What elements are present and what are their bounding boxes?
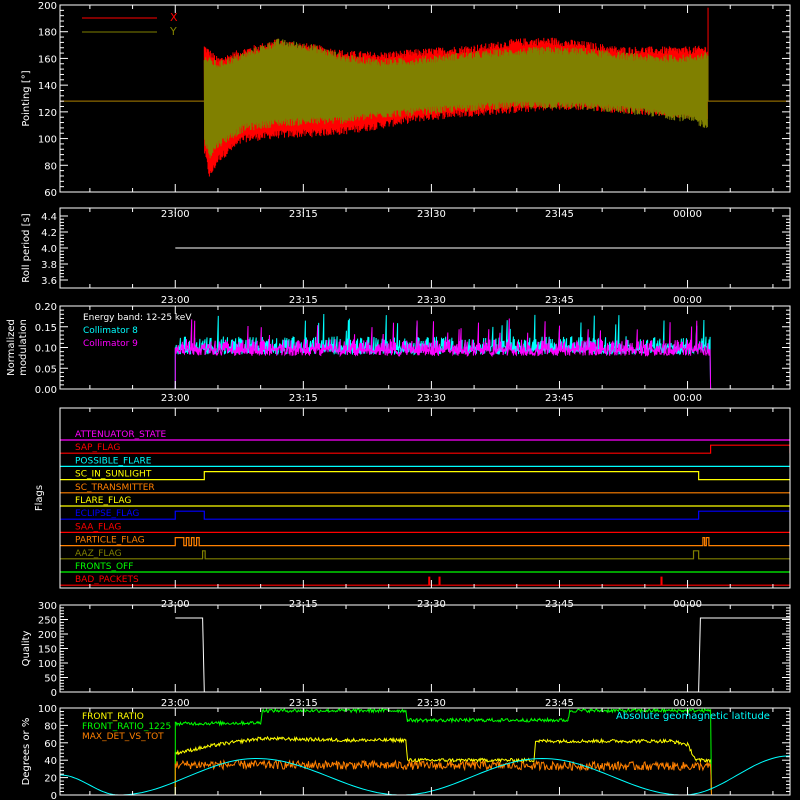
legend-label-max-det-vs-tot: MAX_DET_VS_TOT [82,732,164,742]
legend-label-front-ratio: FRONT_RATIO [82,712,144,722]
y-tick-label: 60 [44,739,57,750]
legend-label-front-ratio-1225: FRONT_RATIO_1225 [82,722,171,732]
y-tick-label: 100 [38,135,57,146]
flag-label-aaz_flag: AAZ_FLAG [75,549,122,559]
flag-label-flare_flag: FLARE_FLAG [75,496,131,506]
y-tick-label: 200 [38,630,57,641]
x-tick-label: 23:00 [161,698,190,709]
flag-label-possible_flare: POSSIBLE_FLARE [75,456,152,466]
y-axis-label: Pointing [°] [21,70,32,126]
x-tick-label: 23:30 [417,295,446,306]
y-tick-label: 60 [44,188,57,199]
y-tick-label: 160 [38,54,57,65]
flag-label-eclipse_flag: ECLIPSE_FLAG [75,509,139,519]
y-axis-label-line2: modulation [18,319,29,376]
y-tick-label: 20 [44,774,57,785]
y-tick-label: 50 [44,674,57,685]
x-tick-label: 23:15 [289,698,318,709]
x-tick-label: 23:15 [289,393,318,404]
x-tick-label: 23:45 [545,698,574,709]
y-tick-label: 0.10 [35,344,57,355]
y-axis-label: Quality [21,631,32,667]
legend-label-x: X [170,11,178,24]
y-tick-label: 80 [44,161,57,172]
flag-label-sc_in_sunlight: SC_IN_SUNLIGHT [75,470,152,480]
x-tick-label: 23:00 [161,393,190,404]
legend-label-y: Y [169,25,177,38]
flag-label-saa_flag: SAA_FLAG [75,522,121,532]
y-tick-label: 150 [38,645,57,656]
y-axis-label: Flags [34,485,45,511]
x-tick-label: 00:00 [673,698,702,709]
y-tick-label: 100 [38,704,57,715]
x-tick-label: 23:15 [289,295,318,306]
y-tick-label: 180 [38,28,57,39]
y-tick-label: 300 [38,601,57,612]
x-tick-label: 23:30 [417,698,446,709]
x-tick-label: 23:30 [417,393,446,404]
flag-label-particle_flag: PARTICLE_FLAG [75,536,145,546]
legend-label-collimator-9: Collimator 9 [83,339,138,349]
x-tick-label: 23:45 [545,393,574,404]
y-tick-label: 4.0 [41,244,57,255]
y-tick-label: 0 [51,688,57,699]
flag-label-sc_transmitter: SC_TRANSMITTER [75,483,155,493]
y-tick-label: 140 [38,81,57,92]
flag-label-bad_packets: BAD_PACKETS [75,575,139,585]
y-tick-label: 120 [38,108,57,119]
flag-label-sap_flag: SAP_FLAG [75,443,120,453]
y-tick-label: 3.8 [41,260,57,271]
y-axis-label: Roll period [s] [21,213,32,282]
x-tick-label: 00:00 [673,393,702,404]
x-tick-label: 23:00 [161,295,190,306]
energy-band-annotation: Energy band: 12-25 keV [83,313,192,323]
y-axis-label-line1: Normalized [6,319,17,376]
y-axis-label: Degrees or % [21,718,32,786]
y-tick-label: 100 [38,659,57,670]
y-tick-label: 3.6 [41,276,57,287]
geomagnetic-latitude-annotation: Absolute geomagnetic latitude [616,711,770,722]
y-tick-label: 4.2 [41,228,57,239]
legend-label-collimator-8: Collimator 8 [83,326,138,336]
y-tick-label: 0.15 [35,323,57,334]
y-tick-label: 40 [44,756,57,767]
y-tick-label: 80 [44,721,57,732]
y-tick-label: 4.4 [41,212,57,223]
x-tick-label: 23:45 [545,295,574,306]
y-tick-label: 200 [38,1,57,12]
flag-label-attenuator_state: ATTENUATOR_STATE [75,430,167,440]
y-tick-label: 0 [51,791,57,800]
y-tick-label: 250 [38,616,57,627]
y-tick-label: 0.05 [35,364,57,375]
y-tick-label: 0.20 [35,302,57,313]
x-tick-label: 00:00 [673,295,702,306]
flag-label-fronts_off: FRONTS_OFF [75,562,133,572]
figure: 23:0023:1523:3023:4500:0000:156080100120… [0,0,800,800]
y-tick-label: 0.00 [35,385,57,396]
